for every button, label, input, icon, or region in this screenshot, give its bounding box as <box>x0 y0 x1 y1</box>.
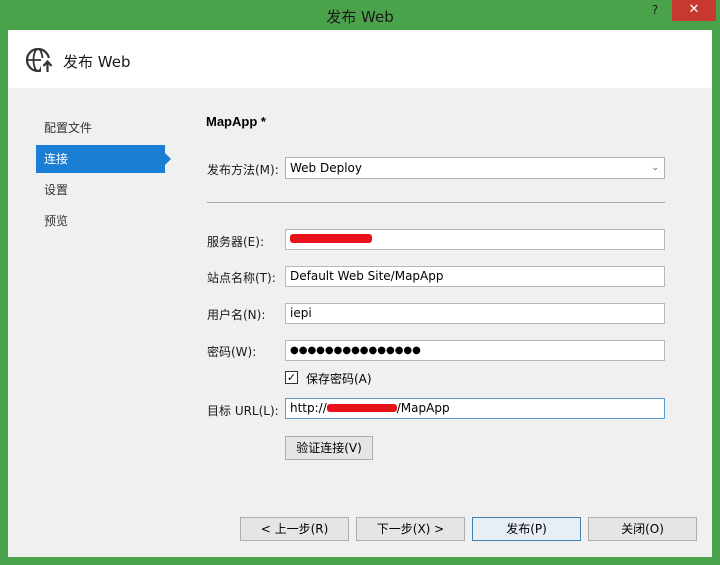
next-button[interactable]: 下一步(X) > <box>356 517 465 541</box>
target-url-redaction <box>326 403 397 412</box>
wizard-nav: 配置文件 连接 设置 预览 <box>36 114 176 238</box>
save-password-label[interactable]: 保存密码(A) <box>306 370 372 387</box>
password-label: 密码(W): <box>207 345 257 359</box>
profile-title: MapApp * <box>206 114 266 129</box>
close-window-button[interactable]: ✕ <box>672 0 716 21</box>
target-url-prefix: http:// <box>290 401 327 415</box>
header-title: 发布 Web <box>63 53 131 71</box>
divider <box>207 202 665 203</box>
globe-publish-icon <box>25 47 54 73</box>
site-name-label: 站点名称(T): <box>207 271 276 285</box>
username-label: 用户名(N): <box>207 308 266 322</box>
dialog-header: 发布 Web <box>8 30 712 88</box>
publish-method-label: 发布方法(M): <box>207 163 279 177</box>
validate-connection-button[interactable]: 验证连接(V) <box>285 436 373 460</box>
target-url-label: 目标 URL(L): <box>207 404 279 418</box>
close-button[interactable]: 关闭(O) <box>588 517 697 541</box>
nav-item-preview[interactable]: 预览 <box>36 207 176 235</box>
window-title: 发布 Web <box>326 8 394 26</box>
help-button[interactable]: ? <box>640 0 670 21</box>
publish-method-select[interactable]: Web Deploy ⌄ <box>285 157 665 179</box>
username-field[interactable]: iepi <box>285 303 665 324</box>
server-redaction <box>290 234 372 243</box>
save-password-checkbox[interactable]: ✓ <box>285 371 298 384</box>
server-label: 服务器(E): <box>207 235 264 249</box>
target-url-suffix: /MapApp <box>396 401 450 415</box>
publish-web-dialog: 发布 Web ? ✕ 发布 Web 配置文件 连接 设置 预览 MapApp *… <box>0 0 720 565</box>
chevron-down-icon: ⌄ <box>651 163 659 173</box>
publish-method-value: Web Deploy <box>290 161 362 175</box>
previous-button[interactable]: < 上一步(R) <box>240 517 349 541</box>
title-bar[interactable]: 发布 Web ? ✕ <box>0 0 720 30</box>
site-name-field[interactable]: Default Web Site/MapApp <box>285 266 665 287</box>
nav-item-settings[interactable]: 设置 <box>36 176 176 204</box>
password-field[interactable]: ●●●●●●●●●●●●●●● <box>285 340 665 361</box>
server-field[interactable] <box>285 229 665 250</box>
nav-item-connection[interactable]: 连接 <box>36 145 171 173</box>
publish-button[interactable]: 发布(P) <box>472 517 581 541</box>
nav-item-profile[interactable]: 配置文件 <box>36 114 176 142</box>
dialog-body: 发布 Web 配置文件 连接 设置 预览 MapApp * 发布方法(M): W… <box>8 30 712 557</box>
target-url-field[interactable]: http:// /MapApp <box>285 398 665 419</box>
